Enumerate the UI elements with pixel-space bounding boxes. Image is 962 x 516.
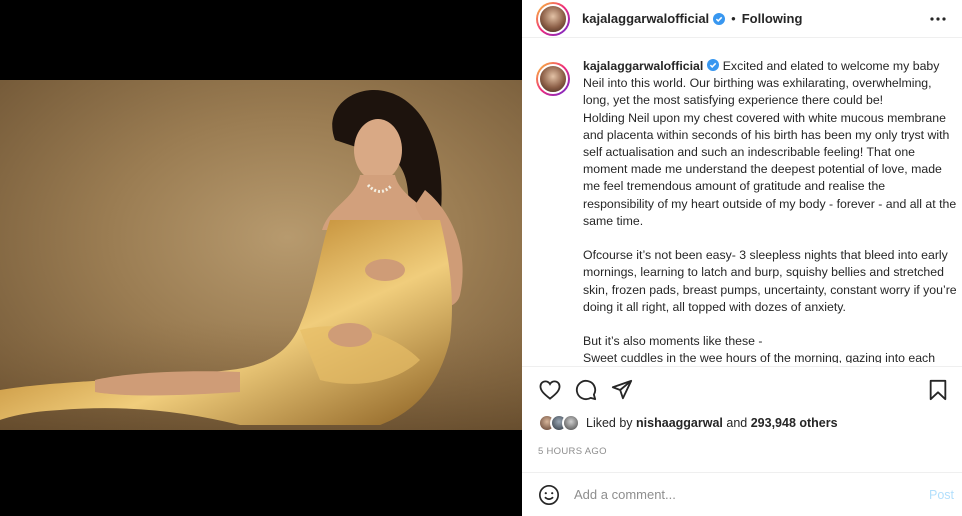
share-icon[interactable] [610, 378, 634, 402]
more-horizontal-icon[interactable] [926, 7, 950, 31]
likes-prefix: Liked by [586, 416, 633, 430]
post-header: kajalaggarwalofficial • Following [522, 0, 962, 38]
comment-icon[interactable] [574, 378, 598, 402]
photo-illustration [0, 89, 522, 430]
liker-avatar[interactable] [562, 414, 580, 432]
caption-text-block: kajalaggarwalofficial Excited and elated… [583, 58, 958, 363]
action-bar [522, 366, 962, 412]
likes-count[interactable]: 293,948 others [751, 416, 838, 430]
following-button[interactable]: Following [742, 11, 803, 26]
liked-by-user[interactable]: nishaaggarwal [636, 416, 723, 430]
verified-badge-icon [707, 59, 720, 71]
post-comment-button[interactable]: Post [929, 488, 958, 502]
caption-avatar[interactable] [536, 62, 570, 96]
author-avatar[interactable] [536, 1, 570, 36]
author-username[interactable]: kajalaggarwalofficial [582, 11, 709, 26]
comment-box: Post [522, 472, 962, 516]
verified-badge-icon [713, 12, 726, 25]
liker-avatars [538, 414, 580, 432]
post-panel: kajalaggarwalofficial • Following kajala… [522, 0, 962, 516]
caption-username[interactable]: kajalaggarwalofficial [583, 59, 703, 73]
post-photo[interactable] [0, 80, 522, 430]
caption: kajalaggarwalofficial Excited and elated… [536, 58, 958, 363]
post-timestamp[interactable]: 5 HOURS AGO [538, 446, 607, 457]
separator-dot: • [731, 11, 736, 26]
emoji-icon[interactable] [538, 484, 560, 506]
likes-and: and [726, 416, 748, 430]
post-media [0, 0, 522, 516]
caption-text: Excited and elated to welcome my baby Ne… [583, 59, 957, 363]
heart-icon[interactable] [538, 378, 562, 402]
likes-row: Liked by nishaaggarwal and 293,948 other… [538, 414, 838, 432]
caption-area[interactable]: kajalaggarwalofficial Excited and elated… [522, 58, 962, 363]
bookmark-icon[interactable] [926, 378, 950, 402]
comment-input[interactable] [574, 487, 904, 502]
